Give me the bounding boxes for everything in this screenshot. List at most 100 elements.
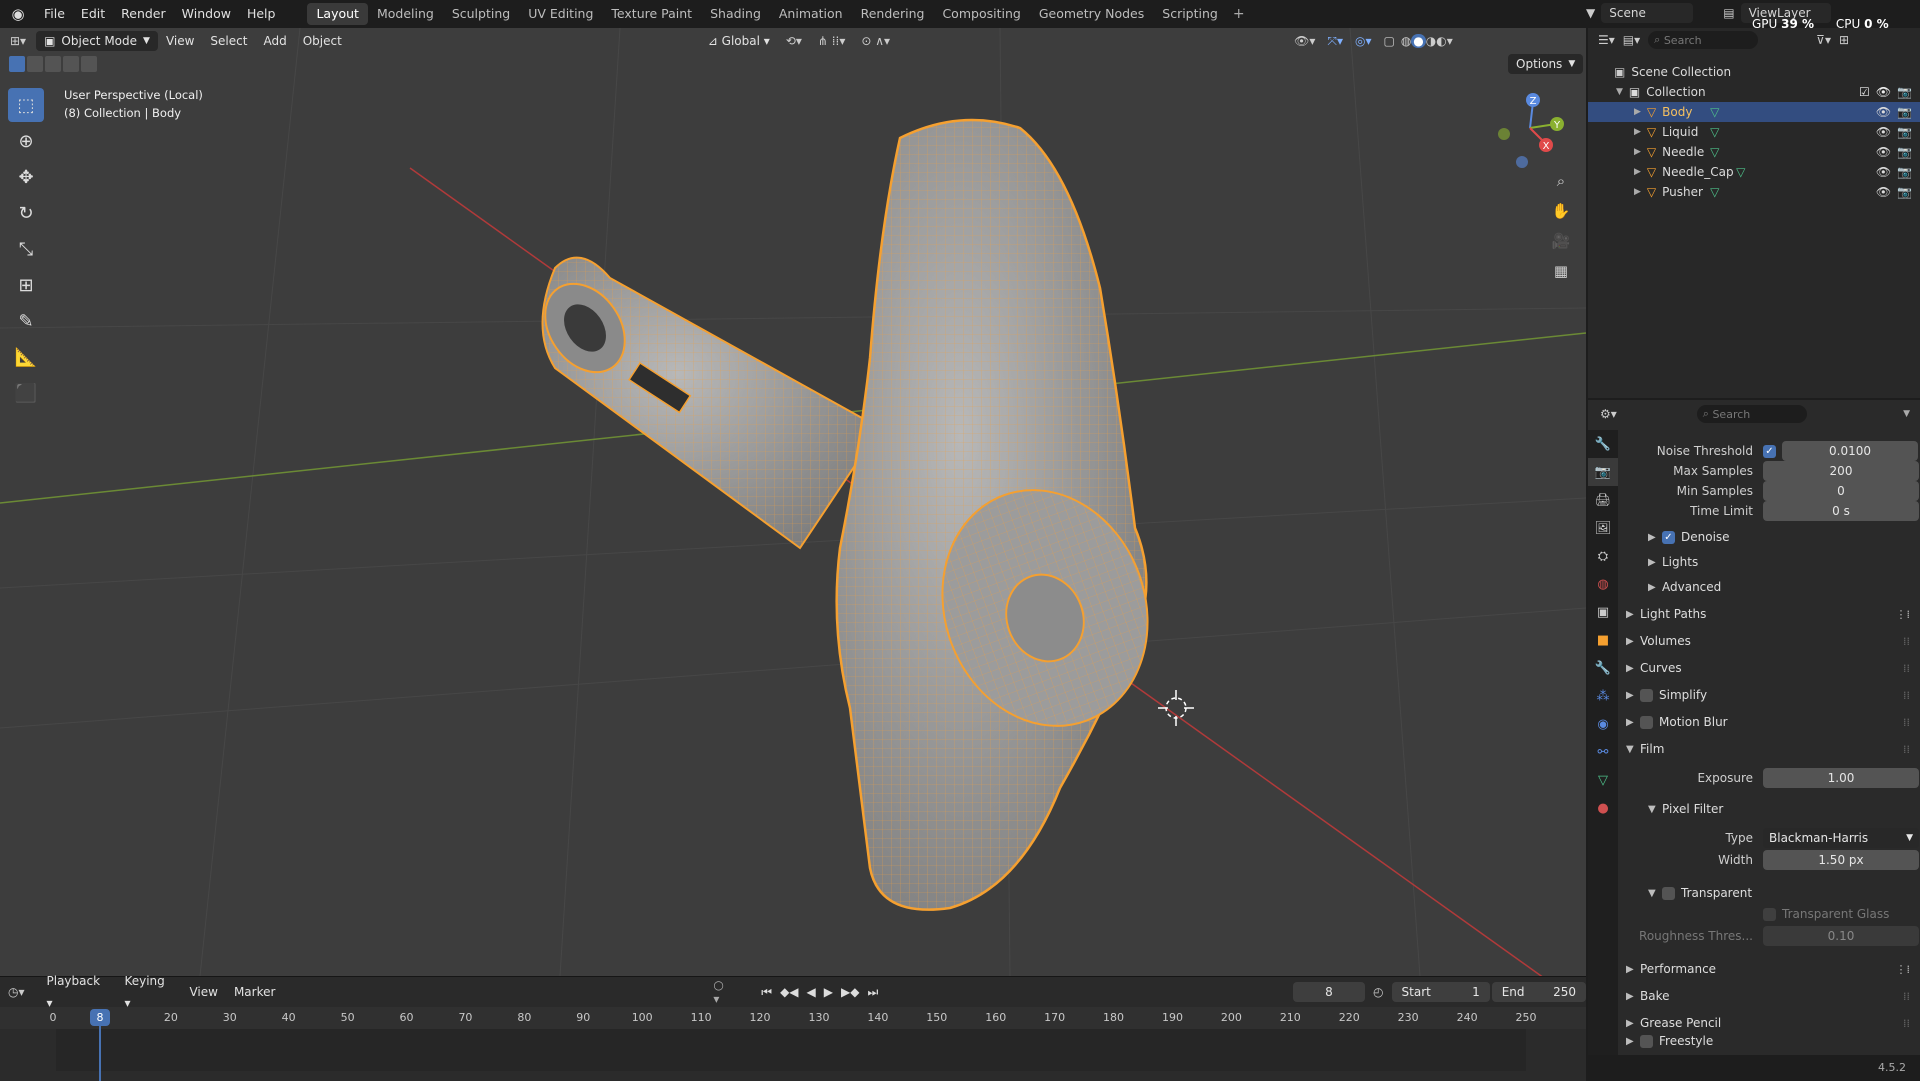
scene-collection-row[interactable]: ▣ Scene Collection	[1588, 62, 1920, 82]
tab-layout[interactable]: Layout	[307, 3, 368, 25]
jump-start-icon[interactable]: ⏮	[757, 985, 776, 1000]
presets-icon[interactable]: ⋮⁞	[1896, 963, 1917, 976]
snap-icon[interactable]: ⋔ ⁞⁞▾	[810, 34, 854, 48]
tab-rendering[interactable]: Rendering	[852, 3, 934, 25]
add-cube-icon[interactable]: ⬛	[8, 376, 44, 410]
outliner-item-body[interactable]: ▶ ▽ Body ▽ 👁 📷	[1588, 102, 1920, 122]
shading-rendered-icon[interactable]: ◐▾	[1436, 34, 1453, 48]
chevron-right-icon[interactable]: ▶	[1634, 127, 1641, 137]
menu-help[interactable]: Help	[239, 0, 284, 28]
render-tab-icon[interactable]: 📷	[1588, 458, 1618, 486]
camera-icon[interactable]: 📷	[1897, 105, 1912, 119]
scene-field[interactable]: Scene	[1601, 3, 1694, 23]
proportional-edit-icon[interactable]: ⊙ ∧▾	[853, 34, 898, 48]
drag-handle-icon[interactable]: ⁞⁞	[1903, 662, 1916, 675]
drag-handle-icon[interactable]: ⁞⁞	[1903, 716, 1916, 729]
options-button[interactable]: Options ▼	[1508, 54, 1584, 74]
menu-marker[interactable]: Marker	[226, 981, 283, 1003]
mode-dropdown[interactable]: ▣ Object Mode ▼	[36, 31, 158, 51]
menu-file[interactable]: File	[36, 0, 73, 28]
tab-scripting[interactable]: Scripting	[1153, 3, 1227, 25]
particles-tab-icon[interactable]: ⁂	[1588, 682, 1618, 710]
grease-pencil-panel[interactable]: ▶ Grease Pencil ⁞⁞	[1626, 1011, 1916, 1035]
exposure-field[interactable]: 1.00	[1763, 768, 1919, 788]
drag-handle-icon[interactable]: ⁞⁞	[1903, 689, 1916, 702]
scene-tab-icon[interactable]: ⛭	[1588, 542, 1618, 570]
display-mode-icon[interactable]: ▤▾	[1623, 33, 1640, 47]
material-tab-icon[interactable]: ●	[1588, 794, 1618, 822]
current-frame-field[interactable]: 8	[1292, 982, 1366, 1002]
denoise-subpanel[interactable]: ▶ ✓ Denoise	[1648, 525, 1920, 549]
camera-icon[interactable]: 📷	[1897, 165, 1912, 179]
world-tab-icon[interactable]: ◍	[1588, 570, 1618, 598]
timeline-track-area[interactable]	[0, 1029, 1586, 1081]
object-tab-icon[interactable]: ■	[1588, 626, 1618, 654]
min-samples-field[interactable]: 0	[1763, 481, 1919, 501]
tab-geometry-nodes[interactable]: Geometry Nodes	[1030, 3, 1153, 25]
data-tab-icon[interactable]: ▽	[1588, 766, 1618, 794]
light-paths-panel[interactable]: ▶ Light Paths ⋮⁞	[1626, 602, 1916, 626]
blender-logo-icon[interactable]: ◉	[0, 5, 36, 23]
start-frame-field[interactable]: Start 1	[1391, 982, 1490, 1002]
scale-icon[interactable]: ⤡	[8, 232, 44, 266]
ortho-grid-icon[interactable]: ▦	[1548, 258, 1574, 284]
zoom-icon[interactable]: ⌕	[1548, 168, 1574, 194]
motion-blur-checkbox[interactable]	[1640, 715, 1653, 729]
jump-end-icon[interactable]: ⏭	[863, 985, 882, 1000]
eye-icon[interactable]: 👁	[1876, 85, 1891, 99]
camera-view-icon[interactable]: 🎥	[1548, 228, 1574, 254]
xray-icon[interactable]: ▢	[1377, 34, 1400, 48]
gizmo-neg-z-icon[interactable]	[1516, 156, 1528, 168]
drag-handle-icon[interactable]: ⁞⁞	[1903, 635, 1916, 648]
transparent-checkbox[interactable]	[1662, 886, 1675, 900]
playhead-handle[interactable]: 8	[90, 1009, 110, 1026]
transparent-glass-checkbox[interactable]	[1763, 907, 1776, 921]
menu-add[interactable]: Add	[255, 30, 294, 52]
preview-range-icon[interactable]: ◴	[1365, 985, 1391, 999]
outliner-item-needle-cap[interactable]: ▶ ▽ Needle_Cap ▽ 👁 📷	[1588, 162, 1920, 182]
drag-handle-icon[interactable]: ⁞⁞	[1903, 743, 1916, 756]
select-subtract-icon[interactable]	[45, 56, 61, 72]
properties-search-field[interactable]: ⌕ Search	[1696, 405, 1807, 423]
simplify-panel[interactable]: ▶ Simplify ⁞⁞	[1626, 683, 1916, 707]
film-panel[interactable]: ▼ Film ⁞⁞	[1626, 737, 1916, 761]
advanced-subpanel[interactable]: ▶ Advanced	[1648, 575, 1920, 599]
chevron-right-icon[interactable]: ▶	[1634, 167, 1641, 177]
timeline-ruler[interactable]: 0 20 30 40 50 60 70 80 90 100 110 120 130 140 150 160 17…	[0, 1007, 1586, 1029]
tab-texture-paint[interactable]: Texture Paint	[602, 3, 701, 25]
physics-tab-icon[interactable]: ◉	[1588, 710, 1618, 738]
eye-icon[interactable]: 👁	[1876, 105, 1891, 119]
modifier-tab-icon[interactable]: 🔧	[1588, 654, 1618, 682]
curves-panel[interactable]: ▶ Curves ⁞⁞	[1626, 656, 1916, 680]
3d-viewport[interactable]: ⊞▾ ▣ Object Mode ▼ View Select Add Object …	[0, 28, 1586, 976]
tab-sculpting[interactable]: Sculpting	[443, 3, 519, 25]
editor-type-icon[interactable]: ⊞▾	[0, 34, 36, 48]
collection-row[interactable]: ▼ ▣ Collection ☑ 👁 📷	[1588, 82, 1920, 102]
collection-tab-icon[interactable]: ▣	[1588, 598, 1618, 626]
shading-solid-icon[interactable]: ●	[1411, 34, 1426, 48]
annotate-icon[interactable]: ✎	[8, 304, 44, 338]
outliner-item-pusher[interactable]: ▶ ▽ Pusher ▽ 👁 📷	[1588, 182, 1920, 202]
menu-view[interactable]: View	[158, 30, 202, 52]
roughness-threshold-field[interactable]: 0.10	[1763, 926, 1919, 946]
pivot-icon[interactable]: ⟲▾	[778, 34, 810, 48]
simplify-checkbox[interactable]	[1640, 688, 1653, 702]
cursor-icon[interactable]: ⊕	[8, 124, 44, 158]
scene-icon[interactable]: ▼	[1586, 6, 1595, 20]
play-reverse-icon[interactable]: ◀	[803, 985, 820, 999]
navigation-gizmo[interactable]: Z Y X	[1490, 88, 1570, 168]
pixel-filter-subpanel[interactable]: ▼ Pixel Filter	[1648, 797, 1920, 821]
tab-compositing[interactable]: Compositing	[933, 3, 1029, 25]
eye-icon[interactable]: 👁	[1876, 165, 1891, 179]
next-keyframe-icon[interactable]: ▶◆	[837, 985, 863, 999]
filter-type-dropdown[interactable]: Blackman-Harris ▼	[1763, 828, 1919, 848]
max-samples-field[interactable]: 200	[1763, 461, 1919, 481]
outliner-item-liquid[interactable]: ▶ ▽ Liquid ▽ 👁 📷	[1588, 122, 1920, 142]
viewport-scene[interactable]	[0, 28, 1586, 976]
gizmo-neg-y-icon[interactable]	[1498, 128, 1510, 140]
eye-icon[interactable]: 👁	[1876, 125, 1891, 139]
new-collection-icon[interactable]: ⊞	[1839, 33, 1849, 47]
tab-modeling[interactable]: Modeling	[368, 3, 443, 25]
view-layer-tab-icon[interactable]: 🖼	[1588, 514, 1618, 542]
measure-icon[interactable]: 📐	[8, 340, 44, 374]
